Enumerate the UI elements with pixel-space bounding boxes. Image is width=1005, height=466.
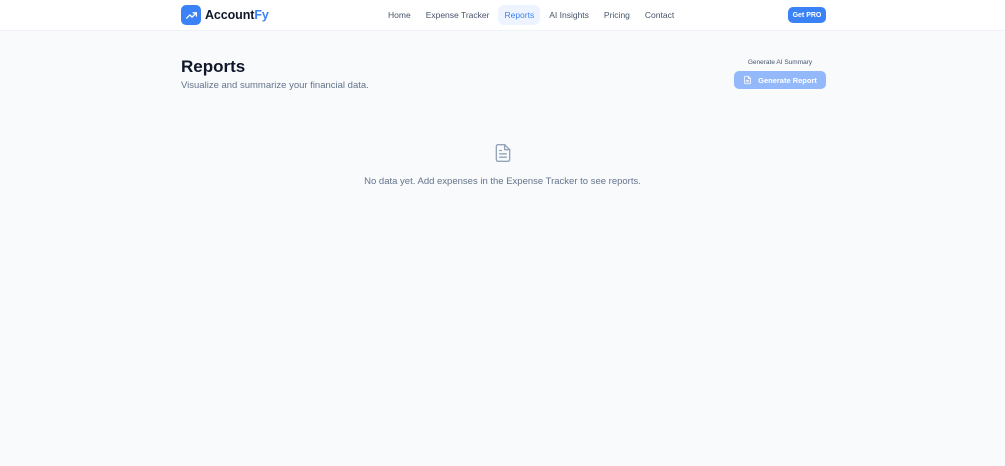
page-title: Reports: [181, 57, 246, 76]
main-nav: Home Expense Tracker Reports AI Insights…: [382, 5, 683, 25]
nav-expense-tracker[interactable]: Expense Tracker: [420, 5, 496, 25]
nav-contact[interactable]: Contact: [639, 5, 680, 25]
ai-summary-label: Generate AI Summary: [747, 59, 813, 66]
generate-report-label: Generate Report: [758, 75, 817, 85]
generate-report-button[interactable]: Generate Report: [734, 71, 826, 89]
nav-reports[interactable]: Reports: [498, 5, 541, 25]
brand-name: AccountFy: [205, 8, 269, 22]
nav-ai-insights[interactable]: AI Insights: [543, 5, 595, 25]
nav-home[interactable]: Home: [382, 5, 417, 25]
empty-state-message: No data yet. Add expenses in the Expense…: [364, 176, 641, 187]
page-subtitle: Visualize and summarize your financial d…: [181, 80, 369, 91]
brand-logo-link[interactable]: AccountFy: [181, 5, 269, 25]
brand-name-accent: Fy: [254, 8, 269, 22]
file-text-icon: [493, 142, 513, 164]
nav-pricing[interactable]: Pricing: [598, 5, 636, 25]
file-text-icon: [743, 75, 752, 85]
empty-state: No data yet. Add expenses in the Expense…: [0, 142, 1005, 187]
top-navbar: AccountFy Home Expense Tracker Reports A…: [0, 0, 1005, 31]
get-pro-button[interactable]: Get PRO: [788, 7, 826, 23]
trending-up-icon: [181, 5, 201, 25]
